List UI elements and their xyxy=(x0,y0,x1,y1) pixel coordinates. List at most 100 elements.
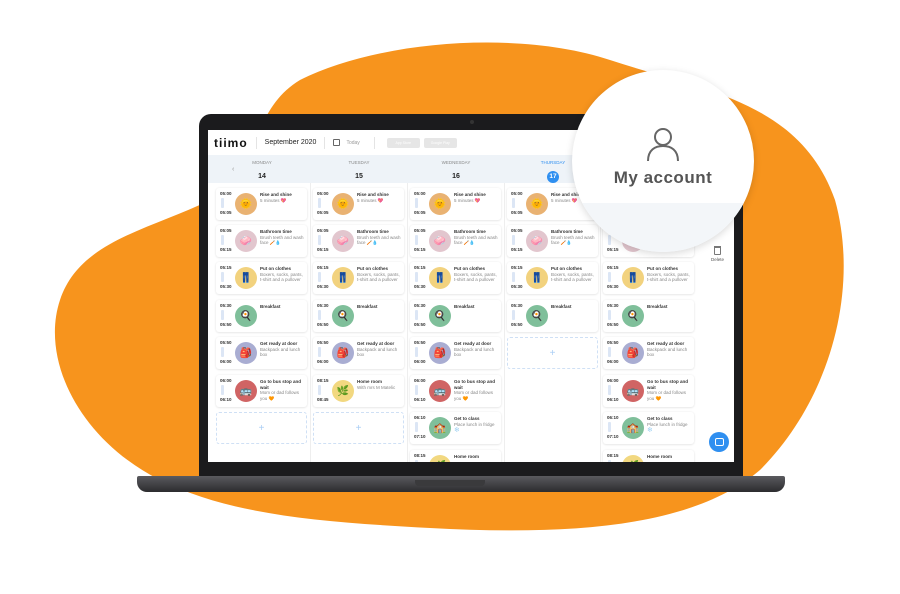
activity-icon: 👖 xyxy=(332,267,354,289)
activity-card[interactable]: 05:0005:05 🌞 Rise and shine5 minutes 💖 xyxy=(216,188,307,220)
activity-title: Put on clothes xyxy=(551,266,583,271)
activity-icon: 🌞 xyxy=(235,193,257,215)
activity-title: Get ready at door xyxy=(357,341,395,346)
activity-icon: 🚌 xyxy=(429,380,451,402)
activity-card[interactable]: 05:50 06:00 🎒 Get ready at door Backpack a… xyxy=(410,337,501,369)
activity-title: Home room xyxy=(357,379,383,384)
activity-card[interactable]: 08:15 🌿 Home room xyxy=(410,450,501,462)
activity-description: 5 minutes 💖 xyxy=(357,197,384,203)
activity-description: Backpack and lunch box xyxy=(454,346,495,358)
activity-description: Place lunch in fridge ❄️ xyxy=(454,421,495,433)
chat-icon xyxy=(714,438,724,446)
calendar-icon[interactable] xyxy=(333,139,341,146)
activity-title: Go to bus stop and wait xyxy=(454,379,495,390)
activity-icon: 🎒 xyxy=(235,342,257,364)
activity-icon: 🌿 xyxy=(622,455,644,462)
add-activity-button[interactable]: + xyxy=(507,337,598,369)
activity-description: Boxers, socks, pants, t-shirt and a pull… xyxy=(551,271,594,283)
activity-card[interactable]: 06:00 06:10 🚌 Go to bus stop and wait Mom … xyxy=(603,375,694,407)
activity-title: Bathroom time xyxy=(260,229,292,234)
activity-icon: 🌞 xyxy=(332,193,354,215)
activity-title: Bathroom time xyxy=(357,229,389,234)
activity-description: Brush teeth and wash face 🪥💧 xyxy=(260,234,304,246)
activity-icon: 🍳 xyxy=(429,305,451,327)
activity-title: Breakfast xyxy=(454,304,475,309)
activity-card[interactable]: 05:15 05:30 👖 Put on clothes Boxers, socks… xyxy=(603,262,694,294)
activity-card[interactable]: 05:0505:15 🧼 Bathroom timeBrush teeth an… xyxy=(216,225,307,257)
activity-card[interactable]: 05:30 05:50 🍳 Breakfast xyxy=(410,300,501,332)
activity-icon: 🧼 xyxy=(332,230,354,252)
activity-description: Mom or dad follows you 🧡 xyxy=(260,390,300,401)
plus-icon: + xyxy=(355,422,362,434)
my-account-callout[interactable]: My account xyxy=(572,70,754,252)
activity-icon: 🧼 xyxy=(429,230,451,252)
activity-title: Get ready at door xyxy=(454,341,492,346)
activity-card[interactable]: 05:30 05:50 🍳 Breakfast xyxy=(603,300,694,332)
today-button[interactable]: Today xyxy=(346,140,359,146)
activity-card[interactable]: 05:15 05:30 👖 Put on clothes Boxers, socks… xyxy=(216,262,307,294)
activity-title: Put on clothes xyxy=(357,266,389,271)
app-store-button[interactable]: App Store xyxy=(386,137,420,148)
plus-icon: + xyxy=(549,347,556,359)
activity-title: Go to bus stop and wait xyxy=(260,379,301,390)
activity-title: Breakfast xyxy=(260,304,281,309)
activity-card[interactable]: 05:15 05:30 👖 Put on clothes Boxers, socks… xyxy=(410,262,501,294)
activity-card[interactable]: 05:30 05:50 🍳 Breakfast xyxy=(313,300,404,332)
activity-icon: 🧼 xyxy=(526,230,548,252)
activity-card[interactable]: 05:30 05:50 🍳 Breakfast xyxy=(216,300,307,332)
activity-card[interactable]: 05:50 06:00 🎒 Get ready at door Backpack a… xyxy=(603,337,694,369)
activity-title: Put on clothes xyxy=(454,266,486,271)
activity-card[interactable]: 05:0005:05 🌞 Rise and shine5 minutes 💖 xyxy=(313,188,404,220)
activity-title: Put on clothes xyxy=(260,266,292,271)
activity-description: Boxers, socks, pants, t-shirt and a pull… xyxy=(260,271,303,283)
activity-description: Backpack and lunch box xyxy=(357,346,398,358)
activity-icon: 🧼 xyxy=(235,230,257,252)
activity-description: Mom or dad follows you 🧡 xyxy=(647,390,687,401)
activity-title: Breakfast xyxy=(551,304,572,309)
activity-title: Bathroom time xyxy=(454,229,486,234)
activity-icon: 🎒 xyxy=(332,342,354,364)
activity-title: Breakfast xyxy=(647,304,668,309)
activity-icon: 🎒 xyxy=(622,342,644,364)
user-icon xyxy=(647,128,679,162)
activity-title: Get ready at door xyxy=(647,341,685,346)
activity-description: Backpack and lunch box xyxy=(260,346,301,358)
activity-card[interactable]: 05:0005:05 🌞 Rise and shine5 minutes 💖 xyxy=(410,188,501,220)
plus-icon: + xyxy=(258,422,265,434)
activity-card[interactable]: 05:0505:15 🧼 Bathroom timeBrush teeth an… xyxy=(313,225,404,257)
activity-card[interactable]: 05:15 05:30 👖 Put on clothes Boxers, socks… xyxy=(507,262,598,294)
activity-description: Brush teeth and wash face 🪥💧 xyxy=(357,234,401,246)
activity-title: Get ready at door xyxy=(260,341,298,346)
day-wednesday[interactable]: WEDNESDAY 16 xyxy=(410,160,502,183)
activity-card[interactable]: 05:0505:15 🧼 Bathroom timeBrush teeth an… xyxy=(410,225,501,257)
activity-card[interactable]: 05:50 06:00 🎒 Get ready at door Backpack a… xyxy=(313,337,404,369)
add-activity-button[interactable]: + xyxy=(216,412,307,444)
activity-icon: 🏫 xyxy=(429,417,451,439)
activity-icon: 🚌 xyxy=(235,380,257,402)
activity-card[interactable]: 05:15 05:30 👖 Put on clothes Boxers, socks… xyxy=(313,262,404,294)
day-tuesday[interactable]: TUESDAY 15 xyxy=(313,160,405,183)
activity-card[interactable]: 08:15 08:45 🌿 Home room With mrs M Matelic xyxy=(313,375,404,407)
activity-description: Mom or dad follows you 🧡 xyxy=(454,390,494,401)
activity-icon: 👖 xyxy=(526,267,548,289)
activity-card[interactable]: 05:50 06:00 🎒 Get ready at door Backpack a… xyxy=(216,337,307,369)
day-monday[interactable]: MONDAY 14 xyxy=(216,160,308,183)
activity-card[interactable]: 08:15 🌿 Home room xyxy=(603,450,694,462)
activity-card[interactable]: 06:10 07:10 🏫 Get to class Place lunch in … xyxy=(603,412,694,444)
activity-icon: 🍳 xyxy=(332,305,354,327)
activity-icon: 🎒 xyxy=(429,342,451,364)
activity-title: Home room xyxy=(647,454,673,459)
activity-card[interactable]: 06:00 06:10 🚌 Go to bus stop and wait Mom … xyxy=(216,375,307,407)
activity-description: 5 minutes 💖 xyxy=(454,197,481,203)
activity-card[interactable]: 06:10 07:10 🏫 Get to class Place lunch in … xyxy=(410,412,501,444)
activity-description: Boxers, socks, pants, t-shirt and a pull… xyxy=(647,271,690,283)
activity-card[interactable]: 05:30 05:50 🍳 Breakfast xyxy=(507,300,598,332)
activity-card[interactable]: 06:00 06:10 🚌 Go to bus stop and wait Mom … xyxy=(410,375,501,407)
activity-icon: 🚌 xyxy=(622,380,644,402)
activity-title: Rise and shine xyxy=(454,192,486,197)
activity-title: Home room xyxy=(454,454,480,459)
add-activity-button[interactable]: + xyxy=(313,412,404,444)
activity-icon: 🌞 xyxy=(526,193,548,215)
chat-button[interactable] xyxy=(709,432,729,452)
google-play-button[interactable]: Google Play xyxy=(423,137,457,148)
